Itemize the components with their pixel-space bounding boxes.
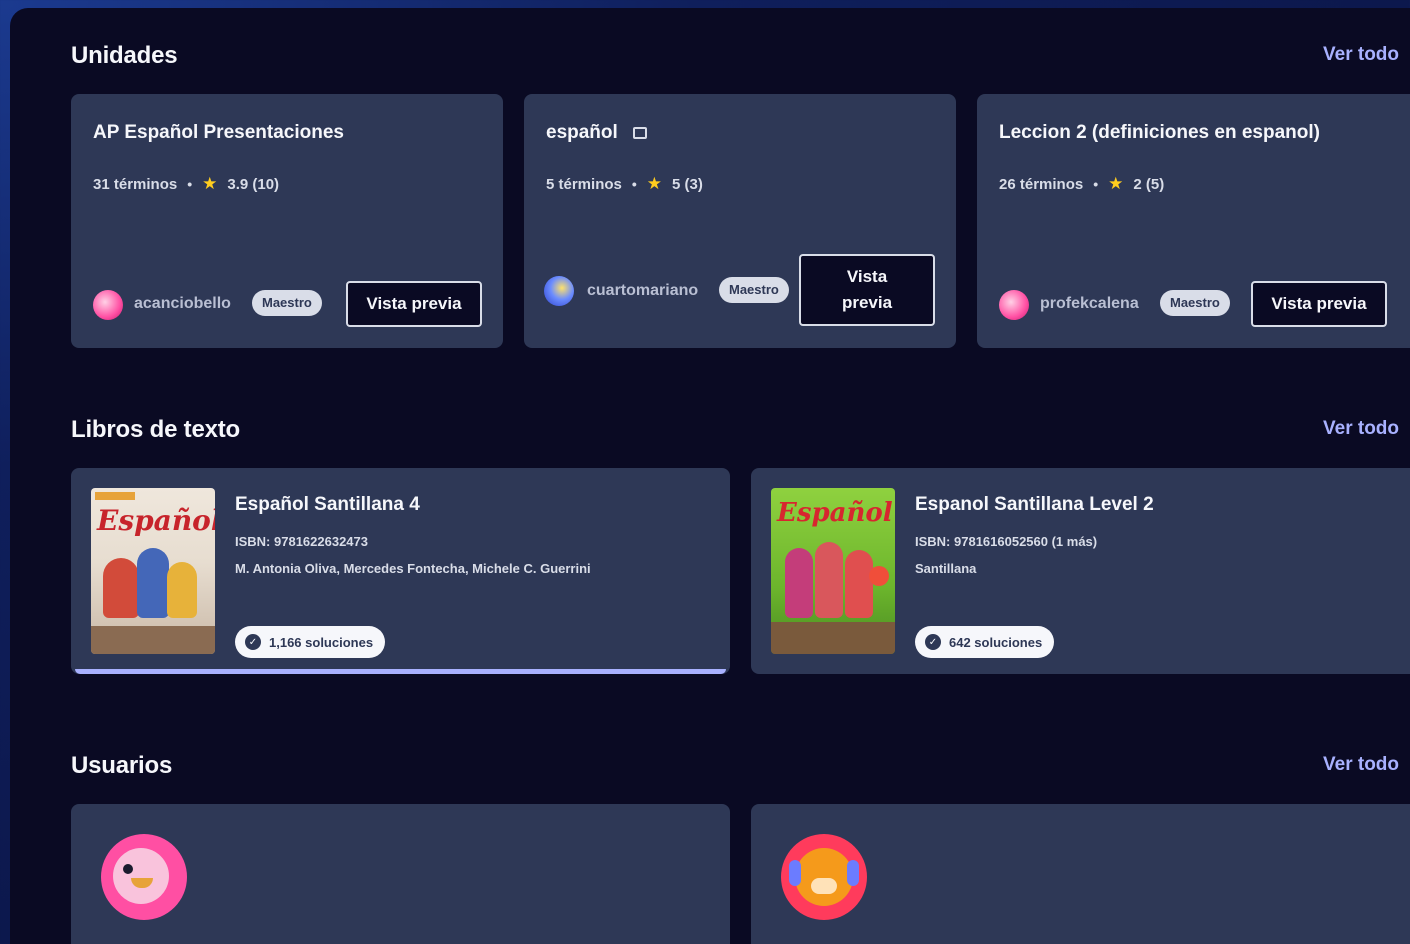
units-see-all-link[interactable]: Ver todo xyxy=(1323,44,1399,66)
unit-username[interactable]: acanciobello xyxy=(134,295,231,313)
solutions-count: 642 soluciones xyxy=(949,634,1043,650)
unit-meta: 5 términos • ★ 5 (3) xyxy=(546,174,703,194)
textbook-isbn: ISBN: 9781622632473 xyxy=(235,534,368,549)
textbook-isbn: ISBN: 9781616052560 (1 más) xyxy=(915,534,1098,549)
cover-figure xyxy=(103,558,139,618)
unit-card[interactable]: Leccion 2 (definiciones en espanol) 26 t… xyxy=(977,94,1410,348)
avatar-face xyxy=(113,848,169,904)
textbooks-section-title: Libros de texto xyxy=(71,416,241,443)
teacher-badge: Maestro xyxy=(1160,290,1230,316)
headphone-icon xyxy=(847,860,859,886)
image-icon xyxy=(633,126,648,139)
avatar-eye xyxy=(123,864,133,874)
unit-terms: 5 términos xyxy=(546,175,622,193)
users-see-all-link[interactable]: Ver todo xyxy=(1323,754,1399,776)
unit-title: Leccion 2 (definiciones en espanol) xyxy=(999,122,1320,143)
textbook-card[interactable]: Español Espanol Santillana Level 2 ISBN:… xyxy=(751,468,1410,674)
unit-meta: 26 términos • ★ 2 (5) xyxy=(999,174,1164,194)
solutions-badge: ✓ 1,166 soluciones xyxy=(235,626,386,658)
cover-figure xyxy=(845,550,873,618)
star-icon: ★ xyxy=(646,174,663,193)
user-card[interactable] xyxy=(71,804,730,944)
textbook-card[interactable]: Español Español Santillana 4 ISBN: 97816… xyxy=(71,468,730,674)
units-section-title: Unidades xyxy=(71,42,178,69)
check-circle-icon: ✓ xyxy=(925,634,941,650)
unit-terms: 26 términos xyxy=(999,175,1084,193)
textbook-publisher: Santillana xyxy=(915,561,977,576)
teacher-badge: Maestro xyxy=(252,290,322,316)
star-icon: ★ xyxy=(202,174,218,193)
unit-card[interactable]: español 5 términos • ★ 5 (3) cuartomaria… xyxy=(524,94,956,348)
user-avatar[interactable] xyxy=(544,276,574,306)
user-avatar[interactable] xyxy=(999,290,1029,320)
cover-figure xyxy=(785,548,813,618)
separator-dot: • xyxy=(187,176,193,192)
solutions-count: 1,166 soluciones xyxy=(269,634,374,650)
unit-card[interactable]: AP Español Presentaciones 31 términos • … xyxy=(71,94,503,348)
preview-button[interactable]: Vista previa xyxy=(799,254,935,326)
unit-username[interactable]: profekcalena xyxy=(1040,295,1139,313)
unit-rating: 5 (3) xyxy=(672,175,703,193)
textbook-title: Español Santillana 4 xyxy=(235,494,420,515)
unit-username[interactable]: cuartomariano xyxy=(587,282,698,300)
unit-title: español xyxy=(546,122,648,144)
cover-title-text: Español xyxy=(97,504,215,537)
book-cover-image: Español xyxy=(771,488,895,654)
cover-footer xyxy=(771,622,895,654)
teacher-badge: Maestro xyxy=(719,277,789,303)
separator-dot: • xyxy=(631,176,637,192)
textbook-title: Espanol Santillana Level 2 xyxy=(915,494,1154,515)
book-cover-image: Español xyxy=(91,488,215,654)
textbooks-see-all-link[interactable]: Ver todo xyxy=(1323,418,1399,440)
headphone-icon xyxy=(789,860,801,886)
unit-terms: 31 términos xyxy=(93,175,178,193)
unit-title: AP Español Presentaciones xyxy=(93,122,344,143)
solutions-badge: ✓ 642 soluciones xyxy=(915,626,1055,658)
cover-figure xyxy=(137,548,169,618)
cover-figure xyxy=(815,542,843,618)
user-avatar-large[interactable] xyxy=(101,834,187,920)
cover-badge xyxy=(869,566,889,586)
unit-rating: 3.9 (10) xyxy=(227,175,280,193)
star-icon: ★ xyxy=(1108,174,1124,193)
active-card-underline xyxy=(75,669,726,674)
unit-meta: 31 términos • ★ 3.9 (10) xyxy=(93,174,279,194)
cover-label-strip xyxy=(95,492,135,500)
avatar-face xyxy=(795,848,853,906)
users-section-title: Usuarios xyxy=(71,752,173,779)
cover-title-text: Español xyxy=(777,498,893,528)
cover-figure xyxy=(167,562,197,618)
textbook-authors: M. Antonia Oliva, Mercedes Fontecha, Mic… xyxy=(235,561,591,576)
check-circle-icon: ✓ xyxy=(245,634,261,650)
preview-button[interactable]: Vista previa xyxy=(346,281,482,327)
user-card[interactable] xyxy=(751,804,1410,944)
separator-dot: • xyxy=(1093,176,1099,192)
unit-title-text: español xyxy=(546,122,618,143)
user-avatar-large[interactable] xyxy=(781,834,867,920)
cover-footer xyxy=(91,626,215,654)
main-panel: Unidades Ver todo AP Español Presentacio… xyxy=(10,8,1410,944)
user-avatar[interactable] xyxy=(93,290,123,320)
avatar-snout xyxy=(811,878,837,894)
unit-rating: 2 (5) xyxy=(1133,175,1165,193)
preview-button[interactable]: Vista previa xyxy=(1251,281,1387,327)
